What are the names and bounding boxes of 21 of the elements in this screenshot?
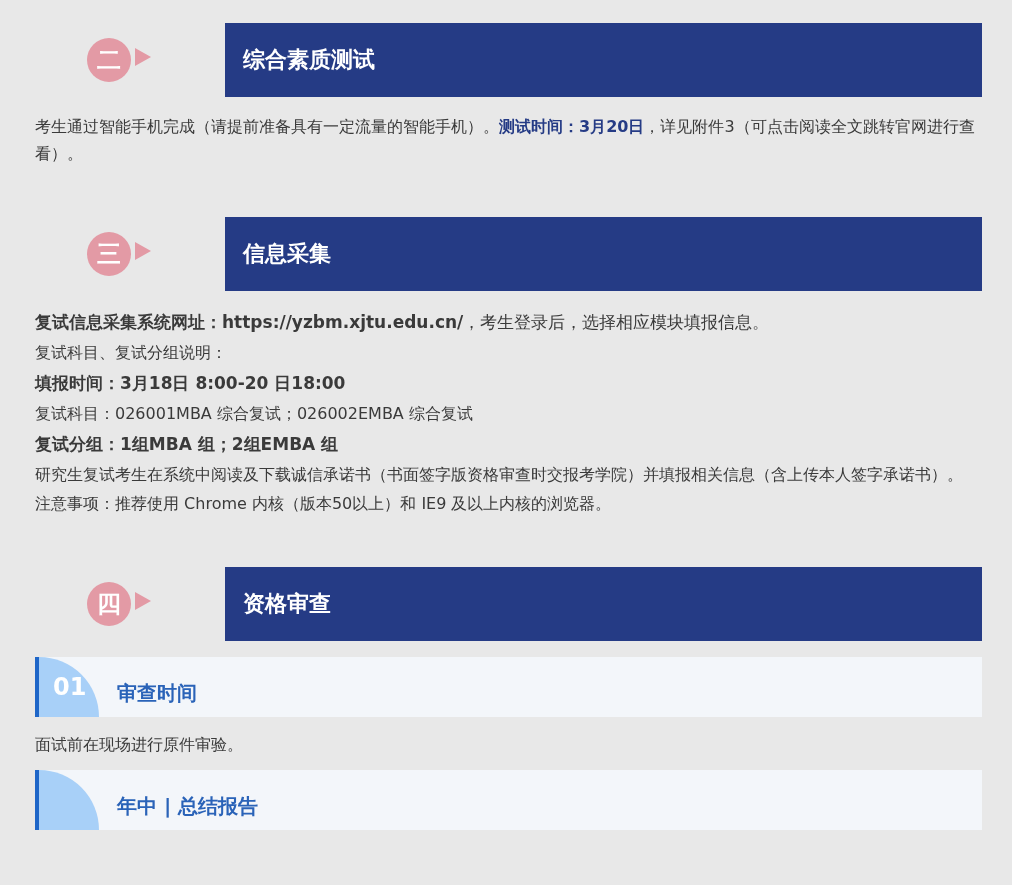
body-text: 复试科目：026001MBA 综合复试；026002EMBA 综合复试 (35, 403, 474, 425)
subheading-title: 审查时间 (117, 679, 197, 707)
section-title: 资格审查 (225, 567, 982, 641)
body-text: 注意事项：推荐使用 Chrome 内核（版本50以上）和 IE9 及以上内核的浏览器。 (35, 493, 613, 515)
subheading-number: 01 (53, 673, 87, 701)
body-text: 复试信息采集系统网址：https://yzbm.xjtu.edu.cn/，考生登录后，选择相应模块填报信息。 (35, 311, 771, 334)
triangle-icon (135, 592, 151, 610)
subheading-title: 年中 | 总结报告 (117, 792, 259, 820)
body-text: 面试前在现场进行原件审验。 (35, 734, 244, 756)
body-text: 研究生复试考生在系统中阅读及下载诚信承诺书（书面签字版资格审查时交报考学院）并填报相关信息（含上传本人签字承诺书）。 (35, 464, 964, 486)
body-text: 考生通过智能手机完成（请提前准备具有一定流量的智能手机）。测试时间：3月20日，详见附件3（可点击阅读全文跳转官网进行查看）。 (35, 116, 976, 165)
section-title: 信息采集 (225, 217, 982, 291)
section-number-badge: 二 (87, 38, 131, 82)
body-text: 复试科目、复试分组说明： (35, 342, 228, 364)
triangle-icon (135, 48, 151, 66)
section-title: 综合素质测试 (225, 23, 982, 97)
section-number-badge: 三 (87, 232, 131, 276)
bold-text: 填报时间：3月18日 8:00-20 日18:00 (35, 372, 347, 395)
triangle-icon (135, 242, 151, 260)
bold-text: 复试分组：1组MBA 组；2组EMBA 组 (35, 433, 340, 456)
section-number-badge: 四 (87, 582, 131, 626)
